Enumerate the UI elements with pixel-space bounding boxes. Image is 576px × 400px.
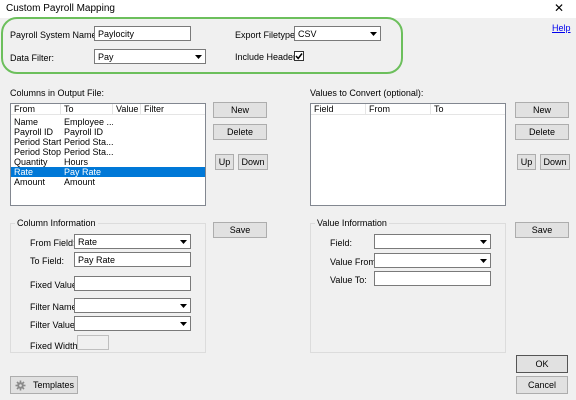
- columns-delete-button[interactable]: Delete: [213, 124, 267, 140]
- column-save-button[interactable]: Save: [213, 222, 267, 238]
- from-field-label: From Field:: [30, 238, 76, 248]
- include-header-checkbox[interactable]: [294, 51, 304, 61]
- row-from: Name: [14, 117, 39, 127]
- columns-list-header: From To Value Filter: [11, 104, 205, 115]
- row-from: Payroll ID: [14, 127, 54, 137]
- columns-up-button[interactable]: Up: [215, 154, 234, 170]
- row-to: Employee ...: [64, 117, 113, 127]
- payroll-system-name-input[interactable]: Paylocity: [94, 26, 191, 41]
- columns-down-button[interactable]: Down: [238, 154, 268, 170]
- ok-button[interactable]: OK: [516, 355, 568, 373]
- row-from: Rate: [14, 167, 34, 177]
- columns-new-button[interactable]: New: [213, 102, 267, 118]
- table-row[interactable]: Amount Amount: [11, 177, 205, 187]
- gear-icon: [15, 380, 26, 391]
- values-list[interactable]: Field From To: [310, 103, 506, 206]
- table-row-selected[interactable]: Rate Pay Rate: [11, 167, 205, 177]
- columns-output-label: Columns in Output File:: [10, 88, 105, 98]
- cancel-button[interactable]: Cancel: [516, 376, 568, 394]
- row-from: Amount: [14, 177, 46, 187]
- value-to-label: Value To:: [330, 275, 367, 285]
- fixed-width-label: Fixed Width:: [30, 341, 81, 351]
- values-convert-label: Values to Convert (optional):: [310, 88, 424, 98]
- field-select[interactable]: [374, 234, 491, 249]
- chevron-down-icon: [193, 51, 204, 62]
- filter-value-select[interactable]: [74, 316, 191, 331]
- values-list-header: Field From To: [311, 104, 505, 115]
- to-field-input[interactable]: Pay Rate: [74, 252, 191, 267]
- window-title: Custom Payroll Mapping: [6, 3, 115, 14]
- value-from-select[interactable]: [374, 253, 491, 268]
- value-information-title: Value Information: [315, 218, 389, 228]
- data-filter-value: Pay: [98, 52, 114, 62]
- filter-name-select[interactable]: [74, 298, 191, 313]
- templates-label: Templates: [33, 380, 75, 390]
- row-to: Pay Rate: [64, 167, 102, 177]
- row-to: Payroll ID: [64, 127, 104, 137]
- fixed-width-input: [77, 335, 109, 350]
- values-delete-button[interactable]: Delete: [515, 124, 569, 140]
- value-to-input[interactable]: [374, 271, 491, 286]
- chevron-down-icon: [178, 318, 189, 329]
- table-row[interactable]: Period Start Period Sta...: [11, 137, 205, 147]
- row-to: Hours: [64, 157, 89, 167]
- column-header-to[interactable]: To: [61, 104, 113, 115]
- export-filetype-value: CSV: [298, 29, 317, 39]
- values-down-button[interactable]: Down: [540, 154, 570, 170]
- table-row[interactable]: Period Stop Period Sta...: [11, 147, 205, 157]
- chevron-down-icon: [178, 236, 189, 247]
- column-header-filter[interactable]: Filter: [141, 104, 205, 115]
- values-new-button[interactable]: New: [515, 102, 569, 118]
- table-row[interactable]: Quantity Hours: [11, 157, 205, 167]
- column-header-value[interactable]: Value: [113, 104, 141, 115]
- table-row[interactable]: Name Employee ...: [11, 117, 205, 127]
- include-header-label: Include Header: [235, 52, 297, 62]
- payroll-system-name-label: Payroll System Name:: [10, 30, 100, 40]
- data-filter-label: Data Filter:: [10, 53, 55, 63]
- values-up-button[interactable]: Up: [517, 154, 536, 170]
- row-to: Period Sta...: [64, 137, 113, 147]
- export-filetype-label: Export Filetype:: [235, 30, 298, 40]
- chevron-down-icon: [478, 255, 489, 266]
- help-link[interactable]: Help: [552, 22, 571, 34]
- columns-list[interactable]: From To Value Filter Name Employee ... P…: [10, 103, 206, 206]
- filter-value-label: Filter Value:: [30, 320, 78, 330]
- from-field-select[interactable]: Rate: [74, 234, 191, 249]
- value-from-label: Value From:: [330, 257, 379, 267]
- values-header-field[interactable]: Field: [311, 104, 366, 115]
- fixed-value-input[interactable]: [74, 276, 191, 291]
- to-field-label: To Field:: [30, 256, 65, 266]
- row-to: Period Sta...: [64, 147, 113, 157]
- templates-button[interactable]: Templates: [10, 376, 78, 394]
- values-header-to[interactable]: To: [431, 104, 505, 115]
- filter-name-label: Filter Name:: [30, 302, 80, 312]
- value-save-button[interactable]: Save: [515, 222, 569, 238]
- export-filetype-select[interactable]: CSV: [294, 26, 381, 41]
- column-header-from[interactable]: From: [11, 104, 61, 115]
- chevron-down-icon: [368, 28, 379, 39]
- row-from: Period Start: [14, 137, 61, 147]
- row-to: Amount: [64, 177, 96, 187]
- data-filter-select[interactable]: Pay: [94, 49, 206, 64]
- chevron-down-icon: [178, 300, 189, 311]
- close-button[interactable]: ✕: [548, 1, 570, 16]
- row-from: Period Stop: [14, 147, 61, 157]
- column-information-title: Column Information: [15, 218, 98, 228]
- values-header-from[interactable]: From: [366, 104, 431, 115]
- row-from: Quantity: [14, 157, 48, 167]
- table-row[interactable]: Payroll ID Payroll ID: [11, 127, 205, 137]
- from-field-value: Rate: [78, 237, 98, 247]
- chevron-down-icon: [478, 236, 489, 247]
- field-label: Field:: [330, 238, 353, 248]
- fixed-value-label: Fixed Value:: [30, 280, 80, 290]
- checkmark-icon: [295, 53, 303, 60]
